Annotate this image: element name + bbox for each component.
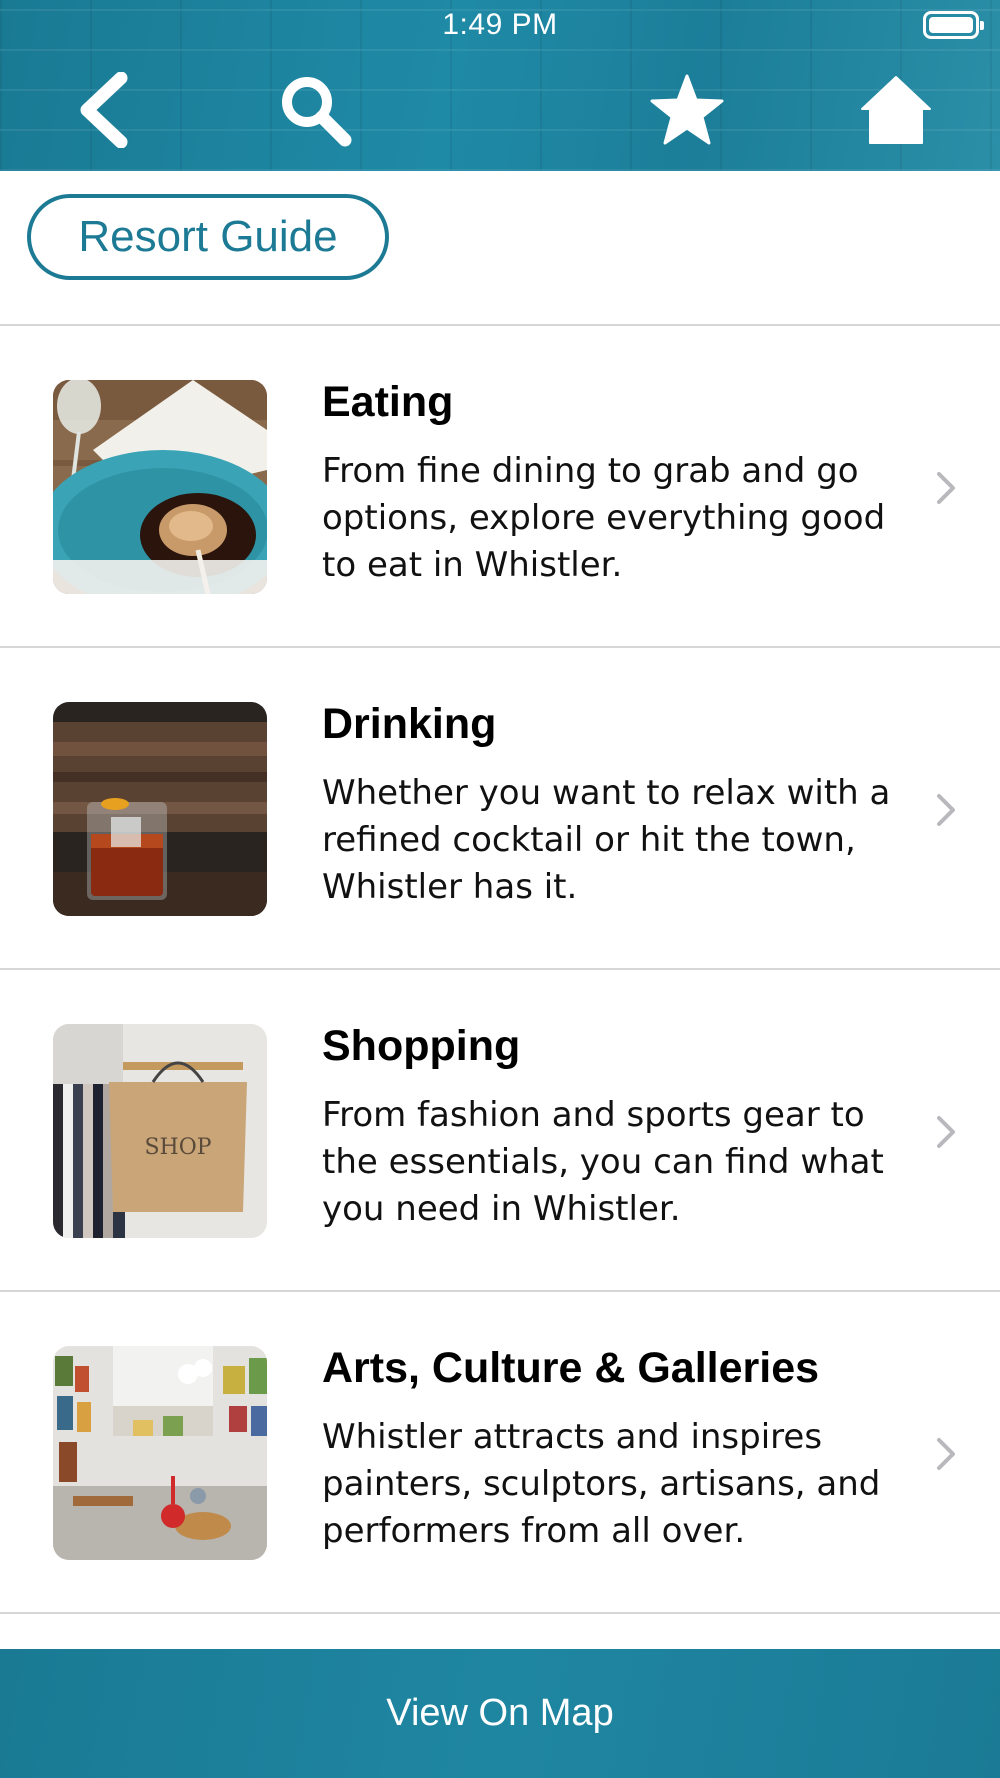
item-title: Drinking (322, 700, 497, 748)
item-description: Whistler attracts and inspires painters,… (322, 1417, 881, 1551)
item-description: Whether you want to relax with a refined… (322, 773, 891, 907)
battery-icon (923, 11, 984, 39)
chevron-right-icon (937, 1438, 955, 1470)
list-item-eating[interactable]: Eating From fine dining to grab and go o… (0, 326, 1000, 646)
star-icon (650, 74, 724, 145)
view-on-map-label: View On Map (386, 1692, 614, 1734)
back-button[interactable] (63, 70, 143, 150)
divider (0, 1612, 1000, 1614)
shop-bag-text: SHOP (144, 1135, 211, 1160)
chevron-right-icon (937, 472, 955, 504)
item-title: Shopping (322, 1022, 521, 1070)
chevron-right-icon (937, 1116, 955, 1148)
arts-thumbnail (53, 1346, 267, 1560)
drinking-thumbnail (53, 702, 267, 916)
search-icon (282, 77, 352, 147)
list-item-shopping[interactable]: SHOP Shopping From fashion and sports ge… (0, 970, 1000, 1290)
item-description: From fashion and sports gear to the esse… (322, 1095, 884, 1229)
item-title: Eating (322, 378, 454, 426)
view-on-map-button[interactable]: View On Map (0, 1649, 1000, 1778)
favorites-button[interactable] (647, 70, 727, 150)
item-title: Arts, Culture & Galleries (322, 1344, 820, 1392)
eating-thumbnail (53, 380, 267, 594)
top-nav-bar: 1:49 PM (0, 0, 1000, 171)
status-time: 1:49 PM (442, 8, 558, 41)
item-description: From fine dining to grab and go options,… (322, 451, 886, 585)
back-icon (80, 72, 128, 148)
list-item-arts-culture-galleries[interactable]: Arts, Culture & Galleries Whistler attra… (0, 1292, 1000, 1612)
home-icon (861, 76, 931, 144)
shopping-thumbnail: SHOP (53, 1024, 267, 1238)
resort-guide-pill[interactable]: Resort Guide (27, 194, 389, 280)
search-button[interactable] (275, 70, 355, 150)
home-button[interactable] (856, 70, 936, 150)
chevron-right-icon (937, 794, 955, 826)
list-item-drinking[interactable]: Drinking Whether you want to relax with … (0, 648, 1000, 968)
